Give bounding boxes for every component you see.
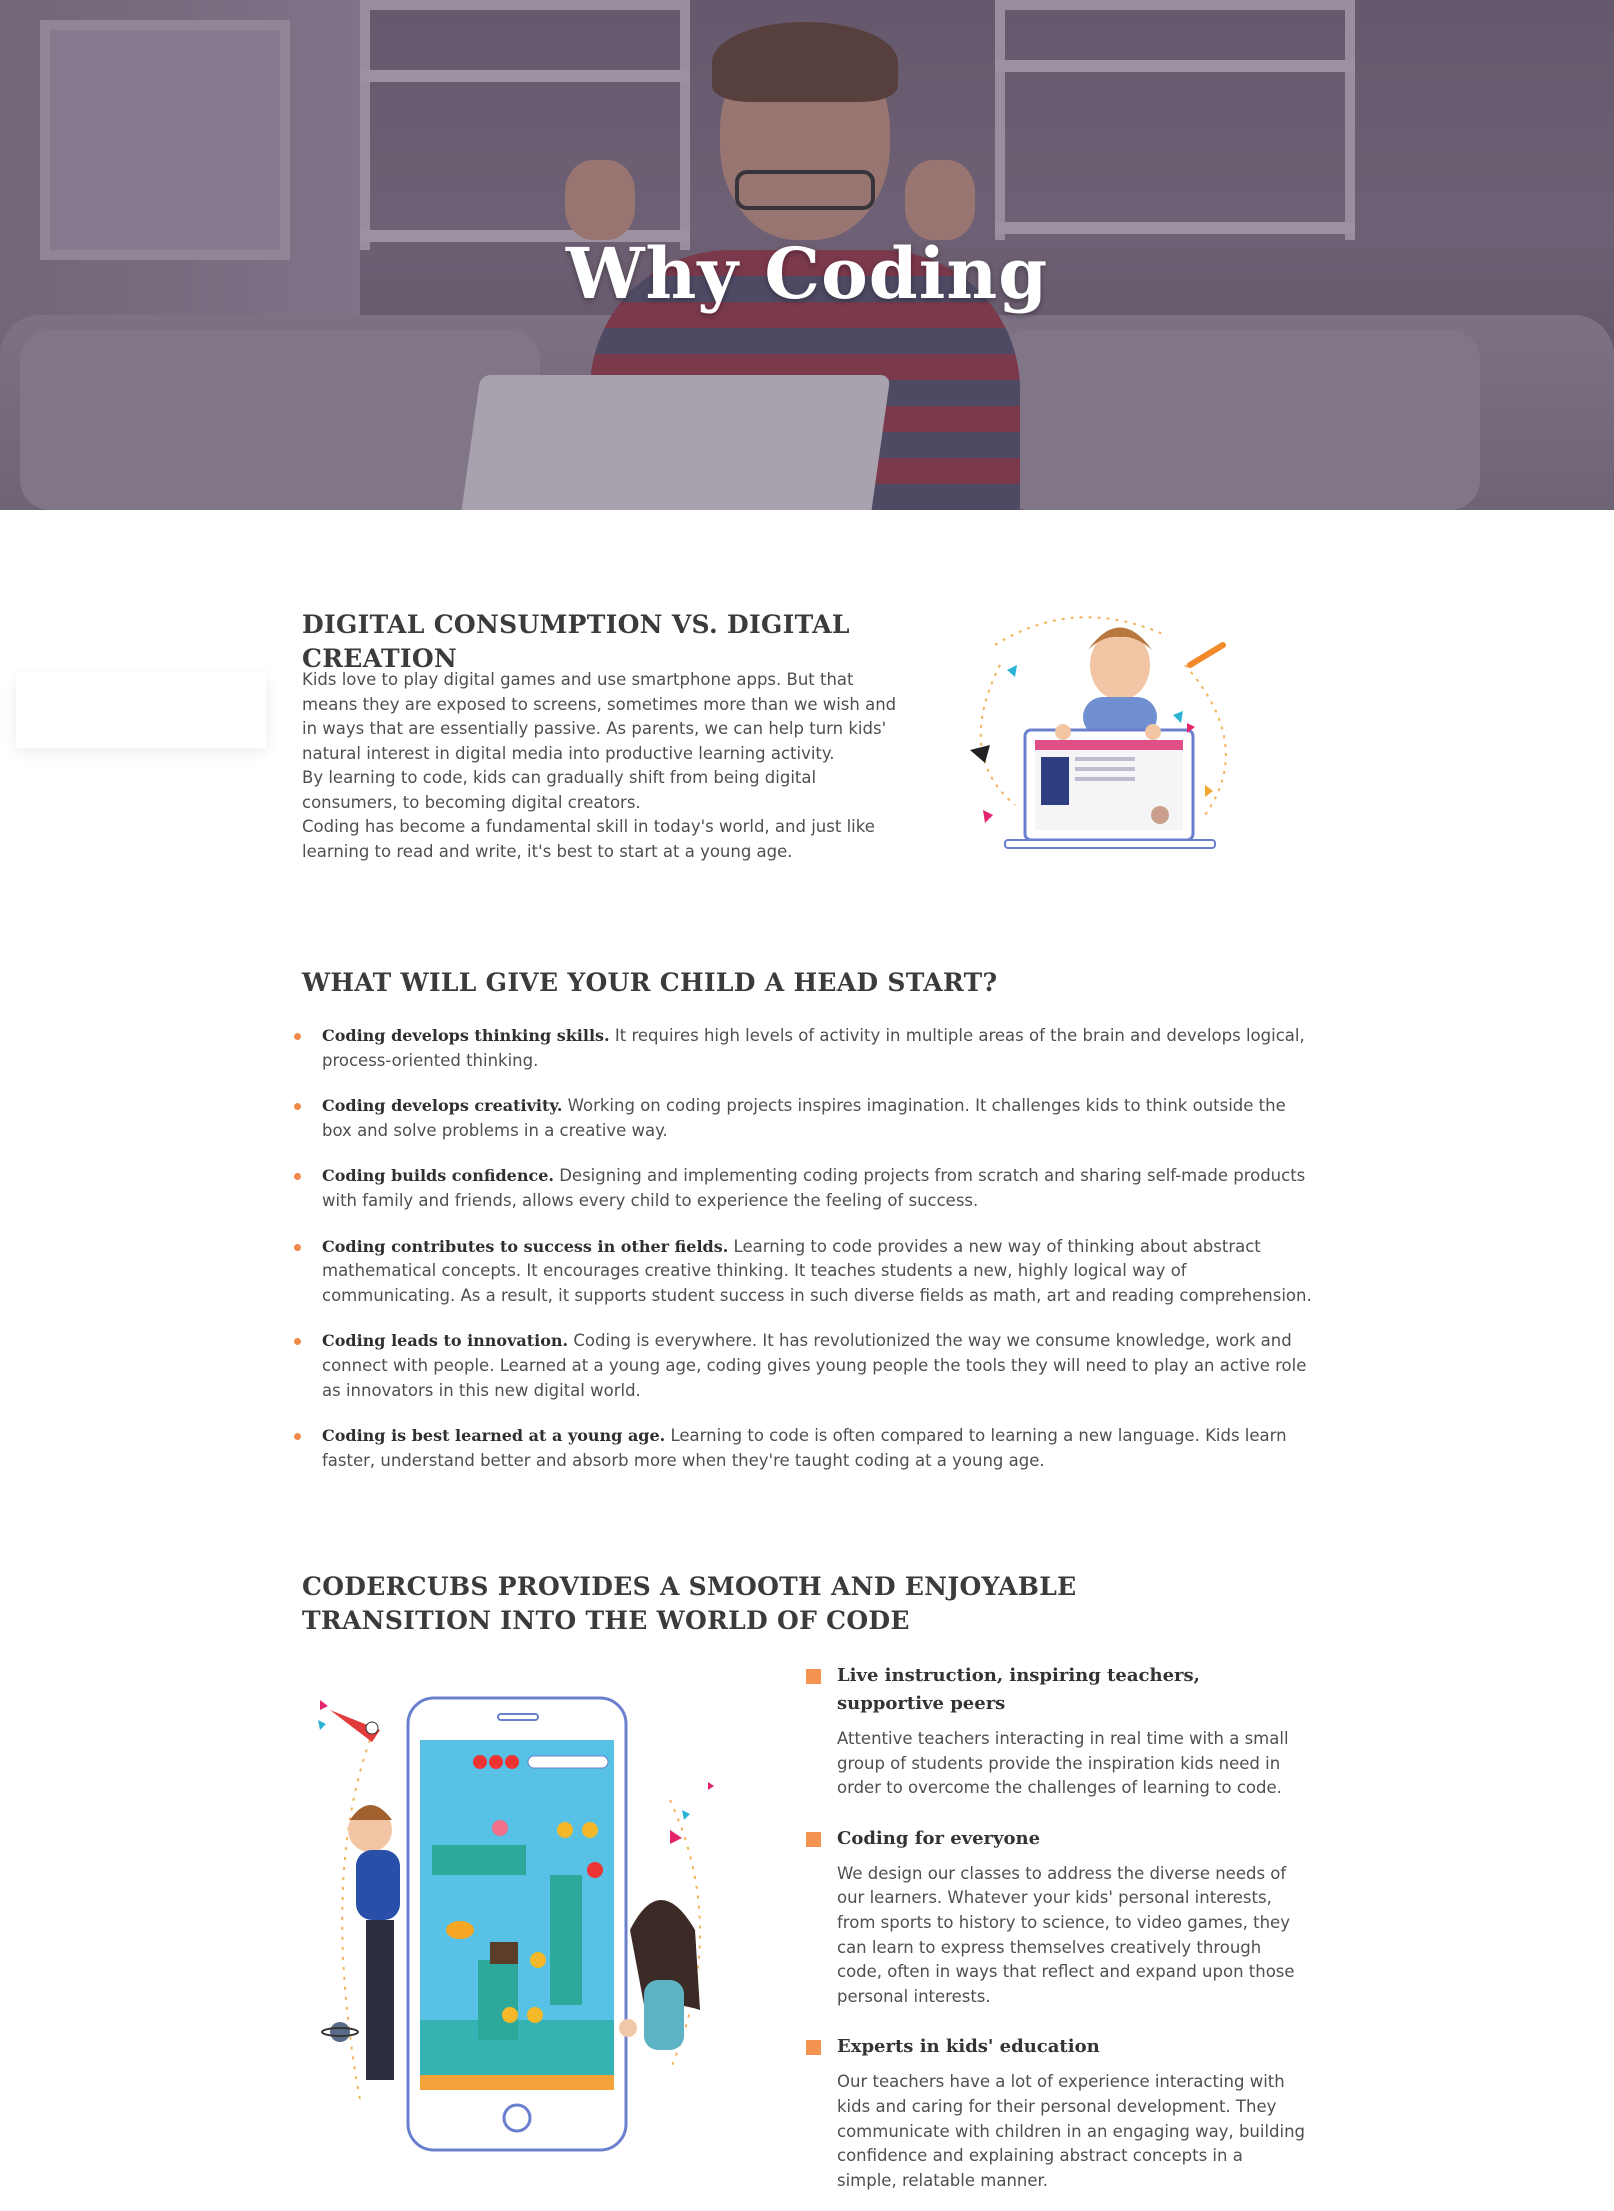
- feature-title: Experts in kids' education: [806, 2033, 1306, 2061]
- list-item-lead: Coding develops creativity.: [322, 1096, 563, 1116]
- phone-game-illustration: [318, 1696, 714, 2152]
- feature-text: Attentive teachers interacting in real t…: [837, 1729, 1289, 1798]
- list-item-lead: Coding develops thinking skills.: [322, 1026, 610, 1045]
- list-item: Coding develops thinking skills. It requ…: [292, 1024, 1312, 1073]
- feature-title-text: Coding for everyone: [837, 1827, 1041, 1849]
- list-item: Coding builds confidence. Designing and …: [292, 1164, 1312, 1213]
- section1-paragraph-3: Coding has become a fundamental skill in…: [302, 817, 875, 861]
- bullet-dot-icon: [294, 1033, 301, 1040]
- square-bullet-icon: [806, 1669, 821, 1684]
- bullet-dot-icon: [294, 1173, 301, 1181]
- feature-title-text: Live instruction, inspiring teachers, su…: [837, 1665, 1200, 1714]
- side-tab[interactable]: [16, 672, 266, 748]
- list-item: Coding leads to innovation. Coding is ev…: [292, 1329, 1312, 1403]
- list-item: Coding develops creativity. Working on c…: [292, 1094, 1312, 1143]
- list-item-lead: Coding leads to innovation.: [322, 1331, 569, 1351]
- page-title: Why Coding: [565, 232, 1049, 315]
- list-item-lead: Coding is best learned at a young age.: [322, 1426, 666, 1446]
- list-item: Coding contributes to success in other f…: [292, 1235, 1312, 1309]
- bullet-dot-icon: [294, 1243, 301, 1251]
- feature-list: Live instruction, inspiring teachers, su…: [806, 1662, 1306, 2211]
- hero-banner: Why Coding: [0, 0, 1614, 510]
- feature-title-text: Experts in kids' education: [837, 2036, 1100, 2058]
- feature-text: We design our classes to address the div…: [837, 1863, 1295, 2006]
- square-bullet-icon: [806, 2040, 821, 2056]
- head-start-list: Coding develops thinking skills. It requ…: [292, 1024, 1312, 1494]
- section-title-head-start: WHAT WILL GIVE YOUR CHILD A HEAD START?: [302, 968, 998, 997]
- feature-item: Live instruction, inspiring teachers, su…: [806, 1662, 1306, 1801]
- section1-paragraph-1: Kids love to play digital games and use …: [302, 670, 897, 763]
- kid-laptop-illustration: [970, 616, 1227, 849]
- list-item-lead: Coding contributes to success in other f…: [322, 1236, 729, 1256]
- feature-item: Experts in kids' education Our teachers …: [806, 2033, 1306, 2193]
- list-item: Coding is best learned at a young age. L…: [292, 1424, 1312, 1473]
- bullet-dot-icon: [294, 1103, 301, 1111]
- bullet-dot-icon: [294, 1338, 301, 1346]
- section1-paragraph-2: By learning to code, kids can gradually …: [302, 768, 817, 812]
- list-item-lead: Coding builds confidence.: [322, 1166, 554, 1186]
- feature-title: Coding for everyone: [806, 1825, 1306, 1853]
- feature-item: Coding for everyone We design our classe…: [806, 1825, 1306, 2010]
- bullet-dot-icon: [294, 1433, 301, 1441]
- feature-title: Live instruction, inspiring teachers, su…: [806, 1662, 1306, 1718]
- section-title-digital-creation: DIGITAL CONSUMPTION VS. DIGITAL CREATION: [302, 610, 850, 673]
- section-title-codercubs: CODERCUBS PROVIDES A SMOOTH AND ENJOYABL…: [302, 1572, 1077, 1635]
- square-bullet-icon: [806, 1831, 821, 1847]
- feature-text: Our teachers have a lot of experience in…: [837, 2072, 1306, 2190]
